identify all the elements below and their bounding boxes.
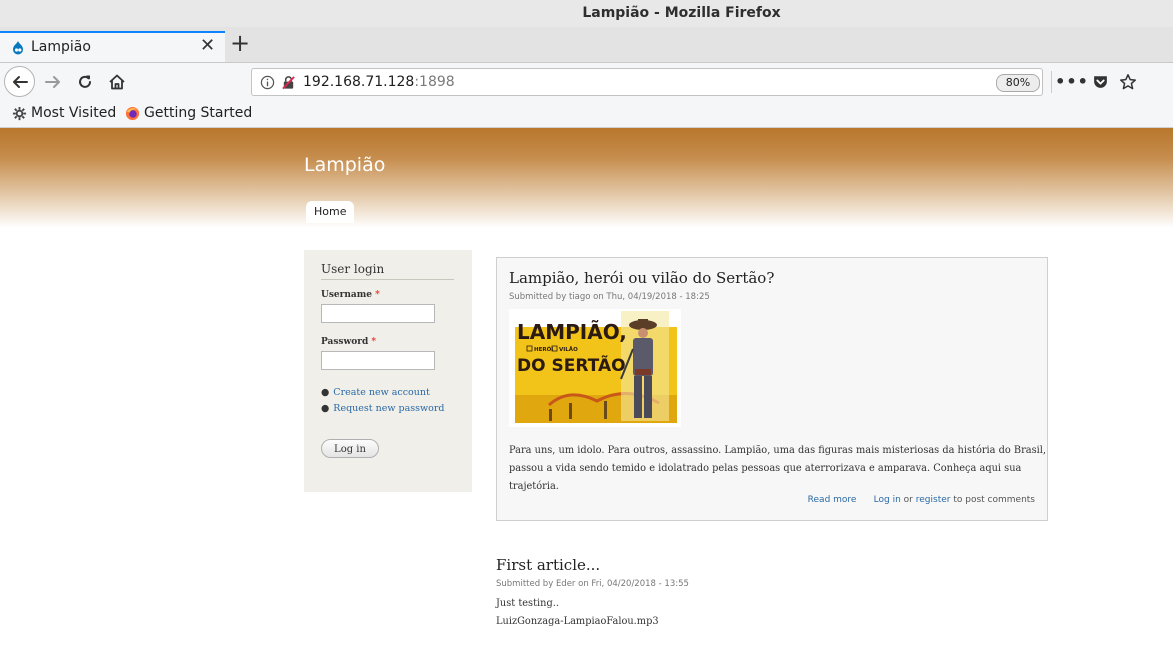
block-title: User login [321,262,454,280]
username-label: Username * [321,290,380,300]
tab-label: Lampião [31,39,91,55]
bookmark-star-button[interactable] [1112,63,1144,100]
poster-line2: DO SERTÃO [517,353,626,376]
lampiao-poster-image[interactable]: LAMPIÃO, HERÓI VILÃO DO SERTÃO [509,309,681,427]
bookmark-getting-started[interactable]: Getting Started [125,105,252,121]
bookmark-label: Most Visited [31,105,117,121]
user-login-block: User login Username * Password * ● Create… [304,250,472,492]
password-input[interactable] [321,351,435,370]
log-in-link[interactable]: Log in [874,495,901,505]
address-bar[interactable]: 192.168.71.128:1898 80% [251,68,1043,96]
url-text: 192.168.71.128:1898 [303,74,455,90]
article-attachment[interactable]: LuizGonzaga-LampiaoFalou.mp3 [496,613,659,631]
link-suffix: to post comments [953,495,1035,505]
arrow-right-icon [45,75,60,88]
bookmark-label: Getting Started [144,105,253,121]
bookmarks-toolbar: Most Visited Getting Started [0,100,1173,128]
article-body-line: passou a vida sendo temido e idolatrado … [509,463,1022,492]
window-title: Lampião - Mozilla Firefox [582,5,781,21]
article-title-link[interactable]: First article... [496,556,600,574]
insecure-lock-icon[interactable] [281,75,296,90]
poster-option1: HERÓI [534,346,553,353]
arrow-left-icon [12,75,28,88]
read-more-link[interactable]: Read more [808,495,857,505]
create-account-link[interactable]: ● Create new account [321,387,430,398]
poster-line1: LAMPIÃO, [517,320,627,344]
article-submitted: Submitted by tiago on Thu, 04/19/2018 - … [509,292,710,302]
poster-option2: VILÃO [559,346,578,353]
tab-lampiao[interactable]: Lampião ✕ [0,31,225,62]
article-submitted: Submitted by Eder on Fri, 04/20/2018 - 1… [496,579,689,589]
article-title-link[interactable]: Lampião, herói ou vilão do Sertão? [509,269,774,287]
article-body: Para uns, um idolo. Para outros, assassi… [509,442,1047,496]
article-body: Just testing.. LuizGonzaga-LampiaoFalou.… [496,595,659,631]
close-tab-icon[interactable]: ✕ [200,36,215,56]
article-body-line: Just testing.. [496,598,559,609]
link-conjunction: or [903,495,913,505]
firefox-icon [125,106,140,120]
nav-home-tab[interactable]: Home [306,201,355,223]
navigation-toolbar: 192.168.71.128:1898 80% ••• [0,63,1173,100]
site-header: Lampião Home [0,128,1173,228]
bookmark-most-visited[interactable]: Most Visited [12,105,116,121]
forward-button[interactable] [37,63,69,100]
article-card: Lampião, herói ou vilão do Sertão? Submi… [496,257,1048,521]
site-name-link[interactable]: Lampião [304,154,385,176]
reload-icon [79,75,91,88]
password-label: Password * [321,337,377,347]
new-tab-icon[interactable]: + [230,29,250,57]
username-input[interactable] [321,304,435,323]
login-button[interactable]: Log in [321,439,379,458]
article-links: Read more Log in or register to post com… [808,495,1035,505]
home-button[interactable] [101,63,133,100]
toolbar-separator [1051,71,1052,93]
tab-bar: Lampião ✕ [0,27,1173,63]
reload-button[interactable] [69,63,101,100]
zoom-level-badge[interactable]: 80% [996,74,1040,92]
home-icon [109,74,125,89]
pocket-icon [1093,76,1107,88]
info-icon[interactable] [260,75,275,90]
register-link[interactable]: register [916,495,951,505]
back-button[interactable] [4,66,35,97]
article-body-line: Para uns, um idolo. Para outros, assassi… [509,445,1047,456]
gear-icon [12,106,27,120]
drupal-favicon-icon [13,41,23,55]
request-password-link[interactable]: ● Request new password [321,403,444,414]
window-titlebar: Lampião - Mozilla Firefox [0,0,1173,27]
star-icon [1119,73,1137,89]
